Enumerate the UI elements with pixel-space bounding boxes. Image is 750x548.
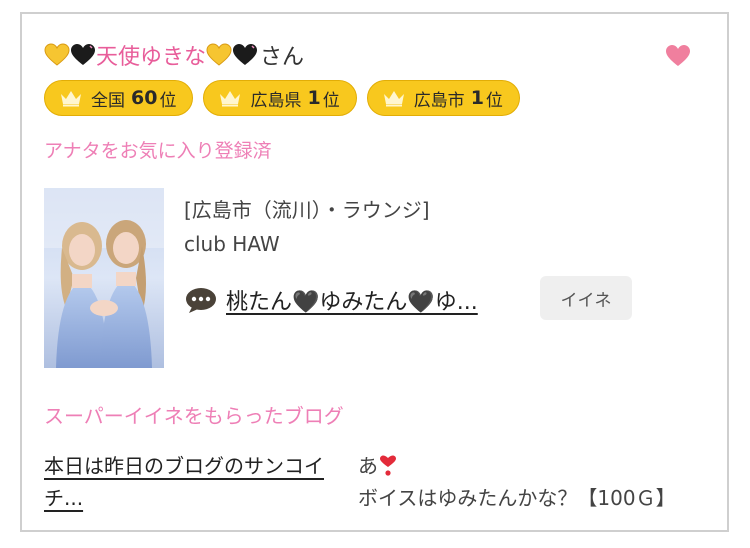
profile-photo[interactable]	[44, 188, 164, 368]
profile-name: 天使ゆきな	[96, 45, 207, 70]
latest-blog-title-link[interactable]: 桃たん🖤ゆみたん🖤ゆ...	[226, 284, 478, 316]
rank-badge-national[interactable]: 全国 60 位	[44, 80, 194, 116]
iine-button[interactable]: イイネ	[540, 276, 632, 320]
yellow-heart-icon	[206, 43, 232, 66]
crown-icon	[61, 91, 81, 107]
rank-badge-prefecture[interactable]: 広島県 1 位	[203, 80, 357, 116]
latest-blog-row: 桃たん🖤ゆみたん🖤ゆ...	[184, 284, 478, 316]
favorite-heart-icon[interactable]	[665, 44, 691, 68]
yellow-heart-icon	[44, 43, 70, 66]
rank-number: 1	[470, 87, 484, 109]
rank-unit: 位	[322, 90, 340, 111]
favorite-status-text: アナタをお気に入り登録済	[44, 140, 272, 162]
rank-unit: 位	[485, 90, 503, 111]
rank-badges: 全国 60 位 広島県 1 位 広島市 1 位	[44, 80, 520, 116]
black-heart-icon	[233, 44, 258, 65]
super-iine-post-link[interactable]: 本日は昨日のブログのサンコイチ...	[44, 450, 340, 514]
crown-icon	[383, 91, 404, 107]
girl-card: 天使ゆきな さん 全国 60 位 広島県 1 位 広島市 1 位 アナタをお気に…	[20, 12, 729, 532]
crown-icon	[220, 91, 241, 107]
rank-unit: 位	[159, 90, 177, 111]
profile-name-row: 天使ゆきな さん	[44, 38, 304, 72]
rank-badge-city[interactable]: 広島市 1 位	[366, 80, 520, 116]
rank-number: 1	[307, 87, 321, 109]
super-iine-comment: あボイスはゆみたんかな？【100Ｇ】	[358, 450, 708, 514]
speech-bubble-icon	[186, 288, 216, 313]
rank-label: 全国	[91, 90, 125, 111]
profile-name-suffix: さん	[260, 45, 305, 70]
comment-text-end: ボイスはゆみたんかな？【100Ｇ】	[358, 486, 676, 510]
rank-label: 広島県	[250, 90, 302, 111]
rank-label: 広島市	[413, 90, 465, 111]
comment-text-start: あ	[358, 454, 378, 478]
shop-area-genre: [広島市（流川）・ラウンジ]	[184, 198, 430, 222]
rank-number: 60	[131, 87, 158, 109]
super-iine-heading: スーパーイイネをもらったブログ	[44, 404, 344, 428]
red-heart-exclamation-icon	[380, 455, 396, 476]
shop-name[interactable]: club HAW	[184, 232, 280, 256]
black-heart-icon	[71, 44, 95, 65]
